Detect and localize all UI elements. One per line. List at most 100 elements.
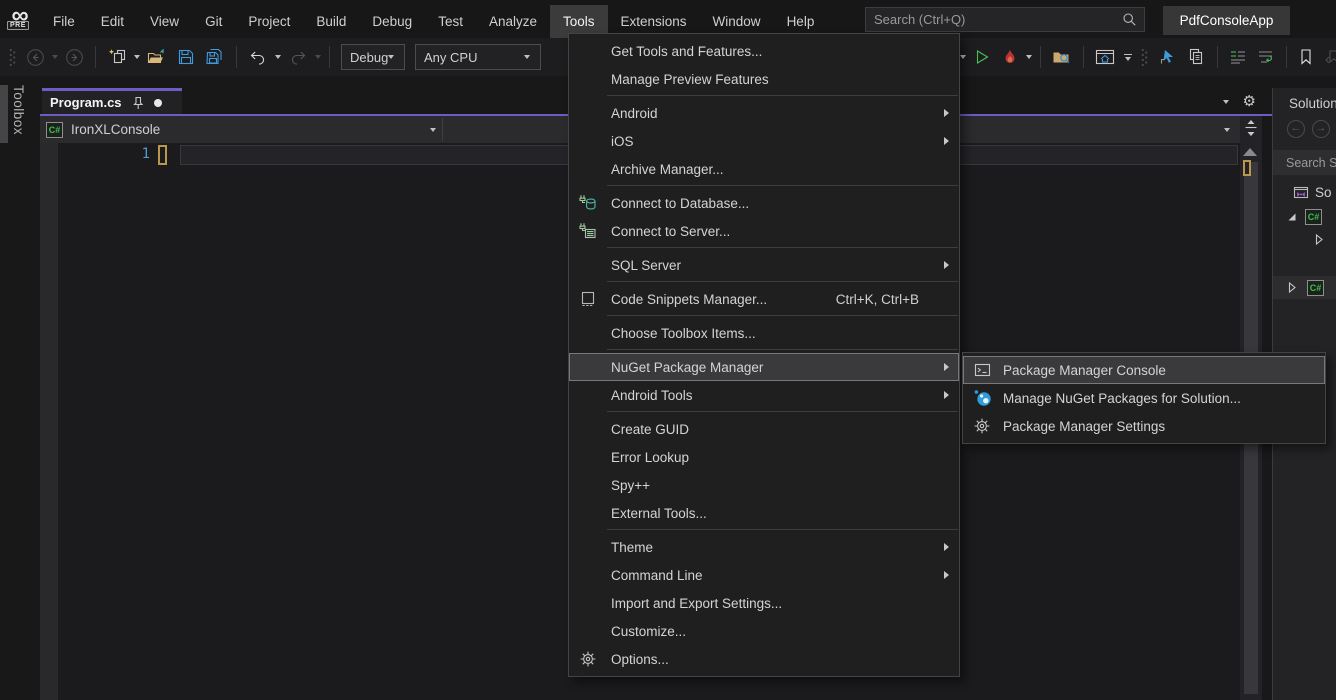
menu-item-code-snippets-manager[interactable]: Code Snippets Manager...Ctrl+K, Ctrl+B [569, 285, 959, 313]
expander-collapsed-icon[interactable] [1284, 280, 1299, 295]
browser-dropdown-icon[interactable] [1123, 54, 1133, 61]
menu-item-command-line[interactable]: Command Line [569, 561, 959, 589]
navigate-forward-button[interactable] [62, 44, 87, 70]
menu-item-spy[interactable]: Spy++ [569, 471, 959, 499]
menu-item-options[interactable]: Options... [569, 645, 959, 673]
menu-item-manage-nuget-packages-for-solution[interactable]: Manage NuGet Packages for Solution... [963, 384, 1325, 412]
search-input[interactable] [866, 12, 1122, 27]
gear-icon [972, 417, 992, 435]
menu-icon-placeholder [578, 256, 598, 274]
bookmark-button[interactable] [1295, 44, 1317, 70]
inspect-element-icon[interactable] [1155, 44, 1180, 70]
menu-item-ios[interactable]: iOS [569, 127, 959, 155]
tree-item-project-expanded[interactable]: C# [1273, 205, 1336, 228]
member-dropdown-icon[interactable] [1224, 128, 1230, 132]
menubar-item-analyze[interactable]: Analyze [476, 5, 550, 38]
menu-item-archive-manager[interactable]: Archive Manager... [569, 155, 959, 183]
solution-back-button[interactable]: ← [1287, 120, 1305, 138]
menu-item-label: SQL Server [611, 258, 681, 273]
menubar-item-project[interactable]: Project [235, 5, 303, 38]
hot-reload-button[interactable] [998, 44, 1022, 70]
split-window-handle[interactable] [1243, 119, 1259, 137]
menubar-item-test[interactable]: Test [425, 5, 476, 38]
project-dropdown-icon[interactable] [430, 128, 436, 132]
toolbox-tab[interactable]: Toolbox [11, 85, 26, 135]
pin-icon[interactable] [132, 96, 144, 110]
quick-search-box[interactable] [865, 7, 1145, 32]
undo-dropdown-icon[interactable] [275, 55, 281, 59]
menu-item-connect-to-database[interactable]: Connect to Database... [569, 189, 959, 217]
toolbar-grip[interactable] [1138, 44, 1151, 70]
menu-item-external-tools[interactable]: External Tools... [569, 499, 959, 527]
menu-item-choose-toolbox-items[interactable]: Choose Toolbox Items... [569, 319, 959, 347]
nuget-package-manager-submenu: Package Manager ConsoleManage NuGet Pack… [962, 352, 1326, 444]
solution-configuration-dropdown[interactable]: Debug [341, 44, 405, 70]
menubar-item-edit[interactable]: Edit [88, 5, 137, 38]
menubar-item-file[interactable]: File [40, 5, 88, 38]
caret-bracket [158, 145, 167, 165]
hot-reload-dropdown-icon[interactable] [1026, 55, 1032, 59]
find-in-files-button[interactable] [1049, 44, 1075, 70]
menubar-item-debug[interactable]: Debug [359, 5, 425, 38]
save-all-button[interactable] [202, 44, 228, 70]
menu-item-theme[interactable]: Theme [569, 533, 959, 561]
account-project-button[interactable]: PdfConsoleApp [1163, 6, 1290, 35]
menu-item-manage-preview-features[interactable]: Manage Preview Features [569, 65, 959, 93]
search-icon [1122, 12, 1137, 27]
document-list-dropdown-icon[interactable] [1223, 100, 1229, 104]
menu-item-customize[interactable]: Customize... [569, 617, 959, 645]
menu-item-connect-to-server[interactable]: Connect to Server... [569, 217, 959, 245]
open-file-button[interactable] [144, 44, 170, 70]
menu-item-package-manager-console[interactable]: Package Manager Console [963, 356, 1325, 384]
menu-icon-placeholder [578, 504, 598, 522]
menubar-item-view[interactable]: View [137, 5, 192, 38]
menu-item-create-guid[interactable]: Create GUID [569, 415, 959, 443]
preview-badge: PRE [7, 21, 29, 30]
navigate-back-dropdown-icon[interactable] [52, 55, 58, 59]
visual-studio-window: ∞ PRE FileEditViewGitProjectBuildDebugTe… [0, 0, 1336, 700]
menu-item-error-lookup[interactable]: Error Lookup [569, 443, 959, 471]
navigate-back-button[interactable] [23, 44, 48, 70]
gear-icon[interactable]: ⚙ [1243, 94, 1256, 109]
menu-item-nuget-package-manager[interactable]: NuGet Package Manager [569, 353, 959, 381]
expander-expanded-icon[interactable] [1284, 209, 1299, 224]
toolbar-separator [1040, 46, 1041, 68]
start-without-debugging-button[interactable] [970, 44, 994, 70]
menubar-item-git[interactable]: Git [192, 5, 235, 38]
menu-icon-placeholder [578, 70, 598, 88]
tree-item-solution[interactable]: So [1273, 182, 1336, 205]
toolbar-grip[interactable] [6, 44, 19, 70]
menu-item-package-manager-settings[interactable]: Package Manager Settings [963, 412, 1325, 440]
new-project-button[interactable] [104, 44, 130, 70]
solution-tree: So C# C# [1273, 182, 1336, 299]
word-wrap-icon[interactable] [1254, 44, 1278, 70]
breakpoint-margin[interactable] [40, 143, 58, 700]
tree-item-child-collapsed[interactable] [1273, 228, 1336, 251]
indent-lines-icon[interactable] [1226, 44, 1250, 70]
menu-item-import-and-export-settings[interactable]: Import and Export Settings... [569, 589, 959, 617]
menu-item-sql-server[interactable]: SQL Server [569, 251, 959, 279]
save-button[interactable] [174, 44, 198, 70]
solution-search-box[interactable] [1273, 150, 1336, 175]
tree-item-project-collapsed[interactable]: C# [1273, 276, 1336, 299]
copy-document-icon[interactable] [1184, 44, 1209, 70]
menu-item-get-tools-and-features[interactable]: Get Tools and Features... [569, 37, 959, 65]
menu-item-android-tools[interactable]: Android Tools [569, 381, 959, 409]
solution-forward-button[interactable]: → [1312, 120, 1330, 138]
redo-button[interactable] [285, 44, 311, 70]
redo-dropdown-icon[interactable] [315, 55, 321, 59]
menu-item-android[interactable]: Android [569, 99, 959, 127]
solution-search-input[interactable] [1273, 156, 1336, 170]
web-browser-button[interactable] [1092, 44, 1118, 70]
new-item-dropdown-icon[interactable] [134, 55, 140, 59]
menubar-item-build[interactable]: Build [303, 5, 359, 38]
tab-program-cs[interactable]: Program.cs [42, 88, 182, 114]
solution-platform-dropdown[interactable]: Any CPU [415, 44, 541, 70]
undo-button[interactable] [245, 44, 271, 70]
menu-item-label: Import and Export Settings... [611, 596, 782, 611]
project-dropdown[interactable]: IronXLConsole [71, 122, 160, 137]
start-dropdown-icon[interactable] [960, 55, 966, 59]
previous-bookmark-button[interactable] [1321, 44, 1336, 70]
scroll-up-button[interactable] [1243, 148, 1257, 156]
expander-collapsed-icon[interactable] [1311, 232, 1326, 247]
